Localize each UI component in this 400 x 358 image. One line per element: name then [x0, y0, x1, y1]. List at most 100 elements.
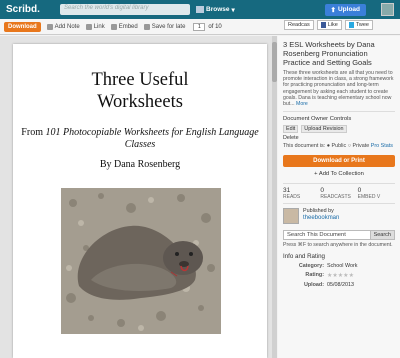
add-collection-label: Add To Collection [318, 171, 364, 178]
public-label: Public [331, 143, 347, 150]
embed-button[interactable]: Embed [110, 23, 138, 30]
document-title: Three Useful Worksheets [13, 69, 267, 113]
info-rating-heading: Info and Rating [283, 253, 325, 261]
like-label: Like [327, 22, 338, 28]
publisher-info: Published by theebookman [283, 208, 395, 225]
sidebar-doc-title: 3 ESL Worksheets by Dana Rosenberg Pronu… [283, 40, 375, 67]
public-radio[interactable]: ● [327, 143, 330, 149]
page-total-label: of 10 [208, 23, 222, 30]
seal-photo-graphic [61, 188, 221, 334]
upload-button[interactable]: ⬆ Upload [324, 3, 366, 16]
note-icon [46, 23, 53, 30]
owner-controls: Edit Upload Revision [283, 125, 395, 134]
publisher-text: Published by theebookman [303, 208, 339, 224]
add-note-label: Add Note [54, 23, 80, 30]
add-to-collection-button[interactable]: + Add To Collection [283, 171, 395, 177]
link-button[interactable]: Link [85, 23, 105, 30]
tweet-label: Twee [355, 22, 369, 28]
upload-revision-button[interactable]: Upload Revision [301, 125, 347, 134]
download-print-button[interactable]: Download or Print [283, 155, 395, 168]
readcast-label: Readcas [288, 22, 310, 28]
publisher-avatar[interactable] [283, 208, 299, 225]
doc-is-label: This document is: [283, 143, 326, 150]
rating-row: Rating: ★★★★★ [283, 272, 395, 279]
doc-description: These three worksheets are all that you … [283, 70, 395, 107]
document-stats: 31 READS 0 READCASTS 0 EMBED V [283, 183, 395, 205]
save-label: Save for late [151, 23, 186, 30]
seal-photo [61, 188, 221, 334]
category-key: Category: [298, 263, 324, 270]
twitter-icon [348, 22, 354, 28]
published-by-label: Published by [303, 208, 334, 215]
facebook-like-button[interactable]: Like [316, 20, 342, 30]
chevron-down-icon: ▾ [231, 6, 235, 14]
document-viewer[interactable]: Three Useful Worksheets From 101 Photoco… [0, 36, 277, 358]
browse-menu[interactable]: Browse ▾ [196, 6, 235, 14]
document-title-line1: Three Useful [91, 70, 189, 90]
document-search-button[interactable]: Search [369, 231, 394, 240]
bookmark-icon [143, 23, 150, 30]
browse-icon [196, 6, 204, 13]
stat-reads: 31 READS [283, 187, 320, 200]
upload-date-row: Upload: 05/08/2013 [283, 282, 395, 288]
stat-label: EMBED V [357, 194, 381, 201]
upload-date: 05/08/2013 [327, 282, 354, 289]
category-value[interactable]: School Work [327, 263, 357, 269]
document-sidebar: 3 ESL Worksheets by Dana Rosenberg Pronu… [278, 36, 400, 358]
browse-label: Browse [206, 6, 230, 13]
user-avatar[interactable] [381, 3, 394, 16]
site-search-input[interactable]: Search the world's digital library [60, 4, 190, 15]
document-title-line2: Worksheets [97, 92, 183, 112]
subtitle-book-title: 101 Photocopiable Worksheets for English… [45, 127, 259, 150]
more-link[interactable]: More [296, 101, 308, 107]
category-row: Category: School Work [283, 263, 395, 269]
save-for-later-button[interactable]: Save for late [143, 23, 186, 30]
stat-embed-views: 0 EMBED V [358, 187, 395, 200]
search-hint: Press ⌘F to search anywhere in the docum… [283, 242, 393, 249]
rating-stars[interactable]: ★★★★★ [327, 272, 354, 279]
divider [283, 111, 395, 113]
stat-value: 0 [320, 187, 324, 195]
publisher-link[interactable]: theebookman [303, 215, 339, 222]
privacy-setting: This document is: ● Public ○ Private Pro… [283, 143, 395, 149]
document-author: By Dana Rosenberg [99, 159, 181, 170]
page-navigator: 1 of 10 [193, 22, 222, 31]
page-number-input[interactable]: 1 [193, 22, 206, 31]
document-search-input[interactable]: Search This Document [284, 231, 370, 239]
stat-label: READCASTS [320, 194, 351, 201]
upload-key: Upload: [303, 282, 324, 289]
delete-row: Delete [283, 135, 395, 141]
tweet-button[interactable]: Twee [344, 20, 373, 30]
plus-icon: + [314, 171, 318, 178]
top-navigation-bar: Scribd. Search the world's digital libra… [0, 0, 400, 19]
owner-controls-heading: Document Owner Controls [283, 116, 352, 123]
upload-label: Upload [337, 6, 360, 13]
private-radio[interactable]: ○ [348, 143, 351, 149]
scrollbar-thumb[interactable] [272, 42, 277, 82]
stat-label: READS [283, 194, 301, 201]
document-toolbar: Download Add Note Link Embed Save for la… [0, 19, 400, 35]
subtitle-prefix: From [21, 127, 46, 138]
document-scrollbar[interactable] [272, 36, 277, 358]
edit-button[interactable]: Edit [283, 125, 299, 134]
stat-readcasts: 0 READCASTS [320, 187, 357, 200]
document-search: Search This Document Search [283, 230, 395, 241]
delete-button[interactable]: Delete [283, 135, 299, 141]
document-subtitle: From 101 Photocopiable Worksheets for En… [13, 127, 267, 151]
link-label: Link [93, 23, 105, 30]
stat-value: 31 [283, 187, 291, 195]
scribd-logo[interactable]: Scribd. [6, 4, 46, 15]
upload-icon: ⬆ [330, 6, 336, 14]
facebook-icon [320, 22, 326, 28]
add-note-button[interactable]: Add Note [46, 23, 80, 30]
embed-label: Embed [118, 23, 138, 30]
pro-stats-link[interactable]: Pro Stats [371, 143, 393, 149]
embed-icon [110, 23, 117, 30]
rating-key: Rating: [305, 272, 324, 279]
private-label: Private [352, 143, 370, 150]
link-icon [85, 23, 92, 30]
document-page: Three Useful Worksheets From 101 Photoco… [13, 44, 267, 358]
social-buttons: Readcas Like Twee [284, 20, 373, 30]
download-button[interactable]: Download [4, 21, 41, 32]
readcast-button[interactable]: Readcas [284, 20, 314, 30]
